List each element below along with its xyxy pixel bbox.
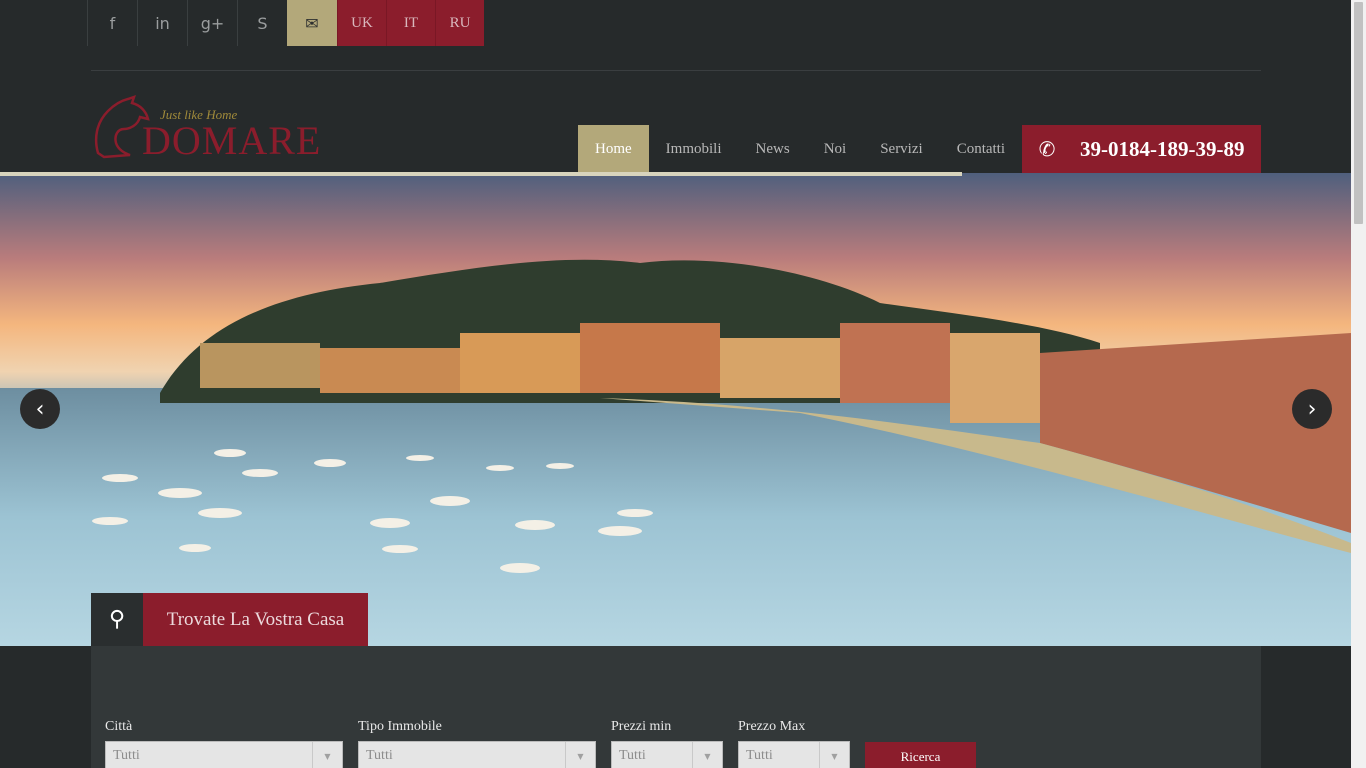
chevron-down-icon: ▼: [692, 742, 722, 768]
chevron-down-icon: ▼: [819, 742, 849, 768]
language-ru[interactable]: RU: [435, 0, 484, 46]
price-min-label: Prezzi min: [611, 719, 672, 734]
nav-item-contatti[interactable]: Contatti: [940, 125, 1022, 173]
chevron-down-icon: ▼: [312, 742, 342, 768]
city-select[interactable]: Tutti ▼: [105, 741, 343, 768]
nav-item-noi[interactable]: Noi: [807, 125, 864, 173]
search-panel: Città Tutti ▼ Tipo Immobile Tutti ▼ Prez…: [91, 646, 1261, 768]
type-value: Tutti: [366, 748, 393, 763]
nav-underline: [0, 172, 962, 176]
top-bar: f in g+ S ✉ UK IT RU: [87, 0, 484, 46]
price-min-select[interactable]: Tutti ▼: [611, 741, 723, 768]
language-uk[interactable]: UK: [337, 0, 386, 46]
price-max-field: Prezzo Max Tutti ▼: [738, 719, 850, 768]
hero-slider: ‹ ›: [0, 173, 1351, 646]
nav-item-home[interactable]: Home: [578, 125, 649, 173]
search-button[interactable]: Ricerca: [865, 742, 976, 768]
phone-number: 39-0184-189-39-89: [1080, 136, 1245, 161]
logo[interactable]: Just like Home DOMARE: [90, 95, 335, 163]
phone-icon: ✆: [1038, 137, 1056, 161]
chevron-down-icon: ▼: [565, 742, 595, 768]
search-icon: ⚲: [91, 593, 143, 646]
linkedin-icon[interactable]: in: [137, 0, 187, 46]
search-tab[interactable]: ⚲ Trovate La Vostra Casa: [91, 593, 368, 646]
mail-icon[interactable]: ✉: [287, 0, 337, 46]
price-max-label: Prezzo Max: [738, 719, 806, 734]
main-nav: Home Immobili News Noi Servizi Contatti: [578, 125, 1022, 173]
scrollbar[interactable]: [1351, 0, 1366, 768]
nav-item-news[interactable]: News: [739, 125, 807, 173]
city-value: Tutti: [113, 748, 140, 763]
price-min-value: Tutti: [619, 748, 646, 763]
hero-image: [0, 173, 1351, 646]
city-label: Città: [105, 719, 133, 734]
chevron-left-icon[interactable]: ‹: [20, 389, 60, 429]
logo-name: DOMARE: [142, 118, 322, 163]
scrollbar-thumb[interactable]: [1354, 2, 1363, 224]
chevron-right-icon[interactable]: ›: [1292, 389, 1332, 429]
price-max-select[interactable]: Tutti ▼: [738, 741, 850, 768]
nav-item-servizi[interactable]: Servizi: [863, 125, 940, 173]
search-tab-label: Trovate La Vostra Casa: [143, 593, 368, 646]
type-label: Tipo Immobile: [358, 719, 442, 734]
nav-item-immobili[interactable]: Immobili: [649, 125, 739, 173]
type-select[interactable]: Tutti ▼: [358, 741, 596, 768]
price-min-field: Prezzi min Tutti ▼: [611, 719, 723, 768]
google-plus-icon[interactable]: g+: [187, 0, 237, 46]
city-field: Città Tutti ▼: [105, 719, 343, 768]
phone-box[interactable]: ✆ 39-0184-189-39-89: [1022, 125, 1261, 173]
language-it[interactable]: IT: [386, 0, 435, 46]
type-field: Tipo Immobile Tutti ▼: [358, 719, 596, 768]
price-max-value: Tutti: [746, 748, 773, 763]
facebook-icon[interactable]: f: [87, 0, 137, 46]
divider: [91, 70, 1261, 71]
skype-icon[interactable]: S: [237, 0, 287, 46]
